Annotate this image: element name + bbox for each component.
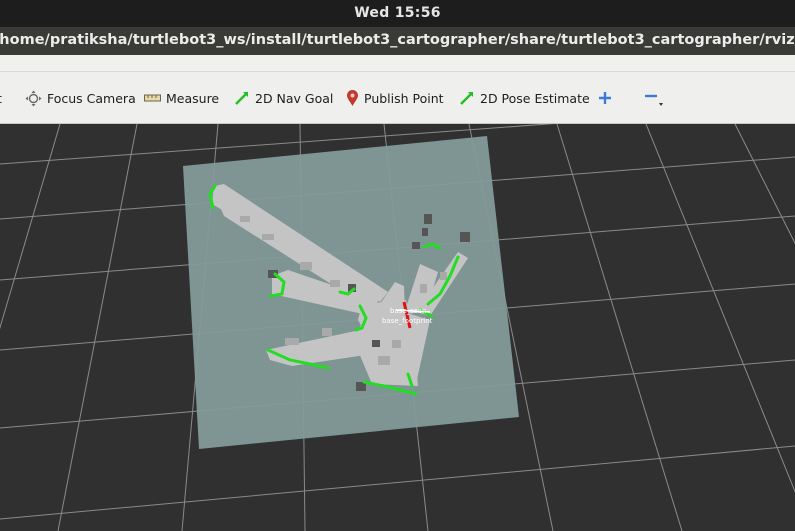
nav-goal-label: 2D Nav Goal [255, 90, 334, 106]
measure-tool-button[interactable]: Measure [144, 88, 219, 108]
crosshair-icon [25, 90, 42, 107]
focus-camera-tool-button[interactable]: Focus Camera [25, 88, 136, 108]
focus-camera-label: Focus Camera [47, 90, 136, 106]
window-title: /home/pratiksha/turtlebot3_ws/install/tu… [0, 32, 795, 48]
measure-label: Measure [166, 90, 220, 106]
map-pin-icon [346, 89, 359, 107]
interact-tool-button[interactable]: t [0, 88, 2, 108]
rviz-toolbar: t Focus Camera Measure 2D Nav Goal [0, 72, 795, 124]
minus-icon [644, 88, 664, 108]
green-arrow-icon [459, 90, 475, 106]
nav-goal-tool-button[interactable]: 2D Nav Goal [234, 88, 333, 108]
system-clock[interactable]: Wed 15:56 [0, 5, 795, 21]
pose-estimate-label: 2D Pose Estimate [480, 90, 590, 106]
green-arrow-icon [234, 90, 250, 106]
frame-label-base-scan: base_scan [390, 307, 426, 315]
publish-point-label: Publish Point [364, 90, 444, 106]
3d-render-viewport[interactable]: base_scan base_footprint [0, 124, 795, 531]
menu-bar-strip [0, 55, 795, 72]
remove-tool-button[interactable] [644, 88, 664, 108]
pose-estimate-tool-button[interactable]: 2D Pose Estimate [459, 88, 590, 108]
interact-tool-label: t [0, 91, 2, 106]
plus-icon [598, 91, 612, 105]
ruler-icon [144, 93, 161, 103]
publish-point-tool-button[interactable]: Publish Point [346, 88, 444, 108]
viewport-scene: base_scan base_footprint [0, 124, 795, 531]
frame-label-base-footprint: base_footprint [382, 317, 433, 325]
add-tool-button[interactable] [598, 88, 612, 108]
system-top-bar: Wed 15:56 [0, 0, 795, 27]
window-title-bar[interactable]: /home/pratiksha/turtlebot3_ws/install/tu… [0, 27, 795, 55]
